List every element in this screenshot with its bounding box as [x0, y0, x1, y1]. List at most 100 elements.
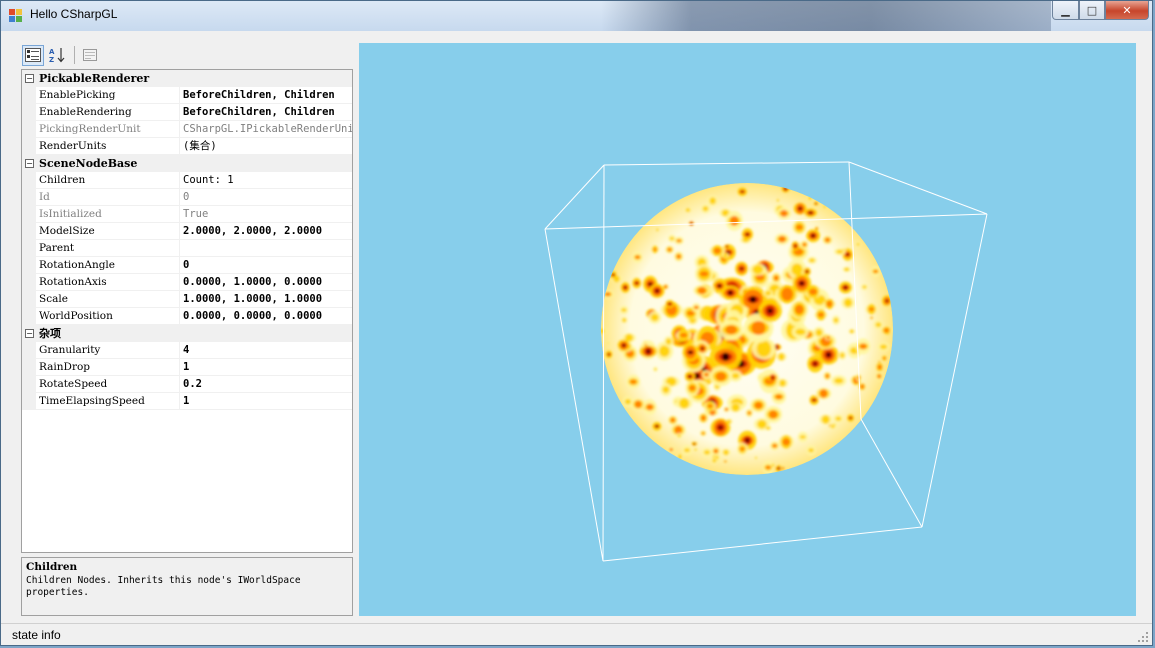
row-gutter	[22, 291, 36, 308]
texture-spot	[746, 233, 749, 236]
property-value[interactable]: 0.0000, 0.0000, 0.0000	[179, 308, 352, 324]
texture-spot	[779, 379, 786, 387]
opengl-viewport[interactable]	[359, 43, 1136, 616]
property-value[interactable]: Count: 1	[179, 172, 352, 188]
property-value[interactable]: 1	[179, 359, 352, 375]
texture-spot	[811, 234, 815, 238]
texture-spot	[664, 285, 668, 289]
svg-text:A: A	[49, 48, 55, 56]
texture-spot	[754, 402, 763, 409]
property-row[interactable]: EnableRendering BeforeChildren, Children	[22, 104, 352, 121]
texture-spot	[870, 316, 873, 319]
category-header[interactable]: − SceneNodeBase	[22, 155, 352, 172]
title-bar[interactable]: Hello CSharpGL ▁ □ ✕	[1, 1, 1152, 31]
property-row[interactable]: ModelSize 2.0000, 2.0000, 2.0000	[22, 223, 352, 240]
texture-spot	[879, 344, 888, 350]
category-header[interactable]: − 杂项	[22, 325, 352, 342]
property-name: RainDrop	[39, 361, 91, 373]
texture-spot	[826, 300, 833, 307]
texture-spot	[688, 350, 693, 354]
minimize-button[interactable]: ▁	[1052, 1, 1079, 20]
texture-spot	[808, 448, 814, 453]
texture-spot	[752, 264, 764, 275]
texture-spot	[659, 345, 670, 357]
property-value[interactable]: 0.2	[179, 376, 352, 392]
property-row[interactable]: Granularity 4	[22, 342, 352, 359]
texture-spot	[621, 308, 627, 312]
property-value[interactable]: BeforeChildren, Children	[179, 87, 352, 103]
property-value[interactable]: (集合)	[179, 138, 352, 154]
texture-spot	[794, 245, 797, 247]
box-edge	[602, 526, 923, 562]
property-row[interactable]: RainDrop 1	[22, 359, 352, 376]
property-row[interactable]: TimeElapsingSpeed 1	[22, 393, 352, 410]
texture-spot	[782, 467, 785, 470]
alphabetical-sort-button[interactable]: A Z	[46, 45, 68, 66]
property-grid-toolbar: A Z	[22, 43, 103, 67]
property-value[interactable]: 2.0000, 2.0000, 2.0000	[179, 223, 352, 239]
property-row[interactable]: EnablePicking BeforeChildren, Children	[22, 87, 352, 104]
property-value[interactable]	[179, 240, 352, 256]
category-header[interactable]: − PickableRenderer	[22, 70, 352, 87]
property-value[interactable]: BeforeChildren, Children	[179, 104, 352, 120]
texture-spot	[755, 456, 757, 460]
close-button[interactable]: ✕	[1105, 1, 1149, 20]
property-row[interactable]: Parent	[22, 240, 352, 257]
property-grid[interactable]: − PickableRenderer EnablePicking BeforeChil…	[21, 69, 353, 553]
texture-spot	[833, 317, 839, 323]
collapse-toggle-icon[interactable]: −	[25, 74, 34, 83]
property-row[interactable]: RotationAngle 0	[22, 257, 352, 274]
texture-spot	[795, 328, 806, 336]
texture-spot	[726, 251, 731, 254]
collapse-toggle-icon[interactable]: −	[25, 329, 34, 338]
row-gutter	[22, 87, 36, 104]
texture-spot	[709, 197, 716, 205]
property-row[interactable]: RenderUnits (集合)	[22, 138, 352, 155]
texture-spot	[662, 386, 670, 394]
app-icon[interactable]	[9, 9, 23, 22]
category-label: PickableRenderer	[39, 72, 150, 85]
property-row[interactable]: WorldPosition 0.0000, 0.0000, 0.0000	[22, 308, 352, 325]
main-window: Hello CSharpGL ▁ □ ✕ A Z − PickableRende…	[0, 0, 1153, 646]
texture-spot	[844, 267, 850, 272]
texture-spot	[703, 450, 711, 455]
texture-spot	[669, 447, 673, 452]
texture-spot	[607, 342, 609, 344]
property-pages-button[interactable]	[79, 45, 101, 66]
property-row[interactable]: RotationAxis 0.0000, 1.0000, 0.0000	[22, 274, 352, 291]
property-value[interactable]: 1.0000, 1.0000, 1.0000	[179, 291, 352, 307]
texture-spot	[694, 305, 699, 310]
property-row[interactable]: RotateSpeed 0.2	[22, 376, 352, 393]
property-value[interactable]: 4	[179, 342, 352, 358]
texture-spot	[699, 271, 709, 277]
property-row[interactable]: Children Count: 1	[22, 172, 352, 189]
texture-spot	[715, 372, 727, 381]
property-row[interactable]: PickingRenderUnit CSharpGL.IPickableRende…	[22, 121, 352, 138]
collapse-toggle-icon[interactable]: −	[25, 159, 34, 168]
property-row[interactable]: IsInitialized True	[22, 206, 352, 223]
texture-spot	[809, 211, 812, 214]
row-gutter	[22, 393, 36, 410]
texture-spot	[795, 304, 804, 315]
help-description: Children Nodes. Inherits this node's IWo…	[26, 575, 301, 598]
property-value[interactable]: 0.0000, 1.0000, 0.0000	[179, 274, 352, 290]
texture-spot	[713, 448, 718, 454]
texture-spot	[667, 248, 672, 252]
category-label: SceneNodeBase	[39, 157, 138, 170]
property-value[interactable]: 0	[179, 257, 352, 273]
property-value[interactable]: 1	[179, 393, 352, 409]
property-name: PickingRenderUnit	[39, 123, 141, 135]
texture-spot	[862, 285, 867, 289]
texture-spot	[878, 361, 881, 363]
box-edge	[921, 213, 988, 528]
categorized-view-icon	[25, 48, 41, 62]
property-row[interactable]: Id 0	[22, 189, 352, 206]
maximize-button[interactable]: □	[1079, 1, 1105, 20]
categorized-view-button[interactable]	[22, 44, 44, 66]
texture-spot	[624, 286, 627, 289]
texture-spot	[608, 353, 610, 355]
property-name: RotationAxis	[39, 276, 107, 288]
status-text: state info	[12, 628, 61, 642]
resize-grip-icon[interactable]	[1136, 630, 1148, 642]
property-row[interactable]: Scale 1.0000, 1.0000, 1.0000	[22, 291, 352, 308]
